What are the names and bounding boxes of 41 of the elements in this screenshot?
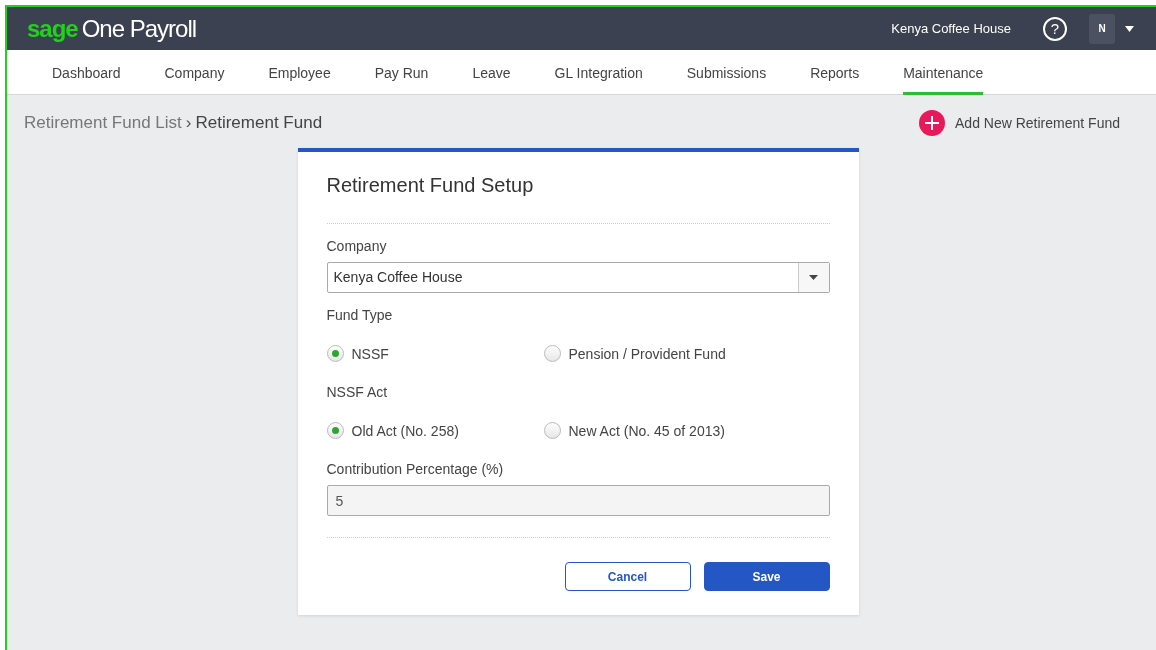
logo-brand: sage [27,14,78,43]
radio-button[interactable] [543,345,561,362]
form-title: Retirement Fund Setup [326,174,535,197]
radio-option[interactable]: Old Act (No. 258) [326,422,544,439]
company-select[interactable]: Kenya Coffee House [326,262,830,293]
nav-tab[interactable]: Company [164,50,225,95]
field-label: Contribution Percentage (%) [326,461,505,477]
breadcrumb-link[interactable]: Retirement Fund List [24,113,182,133]
field-label: NSSF Act [326,384,389,400]
radio-button[interactable] [326,345,344,362]
breadcrumb-current: Retirement Fund [195,113,323,133]
nav-tab[interactable]: Dashboard [52,50,121,95]
nav-tab[interactable]: Pay Run [374,50,429,95]
radio-button[interactable] [326,422,344,439]
nav-tab[interactable]: Leave [472,50,511,95]
field-label: Company [326,238,388,254]
nav-tab[interactable]: Reports [810,50,860,95]
company-name: Kenya Coffee House [891,21,1011,36]
radio-label: NSSF [351,345,389,362]
radio-option[interactable]: Pension / Provident Fund [543,345,830,362]
nav-tab[interactable]: Submissions [686,50,767,95]
radio-label: Old Act (No. 258) [351,422,459,439]
radio-option[interactable]: New Act (No. 45 of 2013) [543,422,830,439]
nav-tab[interactable]: Maintenance [903,50,984,95]
logo-product: One Payroll [81,14,197,43]
save-button[interactable]: Save [703,562,830,591]
caret-icon [809,275,818,280]
radio-label: New Act (No. 45 of 2013) [568,422,725,439]
radio-label: Pension / Provident Fund [568,345,726,362]
nav-tab[interactable]: Employee [268,50,331,95]
add-fund-button[interactable]: Add New Retirement Fund [919,110,1120,136]
nav-tab[interactable]: GL Integration [554,50,643,95]
radio-option[interactable]: NSSF [326,345,544,362]
caret-icon[interactable] [1125,25,1134,32]
breadcrumb-separator: › [185,113,192,133]
plus-icon [919,110,946,136]
user-avatar[interactable]: N [1089,13,1115,44]
radio-button[interactable] [543,422,561,439]
cancel-button[interactable]: Cancel [564,562,691,591]
help-button[interactable]: ? [1043,16,1067,41]
field-label: Fund Type [326,307,394,323]
